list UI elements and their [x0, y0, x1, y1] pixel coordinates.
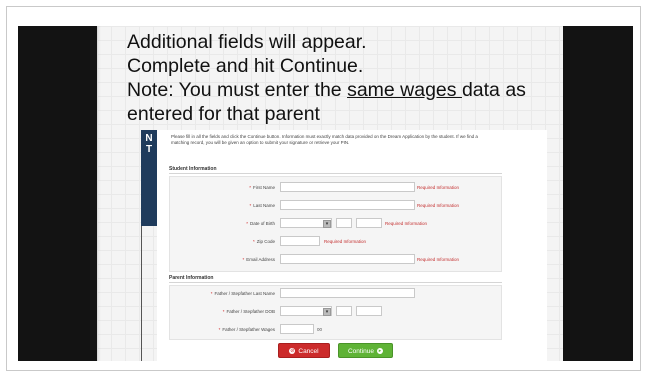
heading-underlined-phrase: same wages [347, 79, 462, 101]
signature-form: Please fill in all the fields and click … [157, 130, 547, 361]
last-name-label: * Last Name [249, 203, 275, 208]
last-name-input[interactable] [280, 200, 415, 210]
parent-section-title: Parent Information [169, 275, 214, 281]
date-of-birth-required: Required Information [385, 221, 428, 226]
heading-line-2: Complete and hit Continue. [127, 55, 364, 77]
parent-section-divider [169, 282, 502, 283]
father-wages-row: * Father / Stepfather Wages 00 [170, 324, 503, 336]
wages-cents-suffix: 00 [317, 327, 323, 332]
father-wages-label: * Father / Stepfather Wages [219, 327, 275, 332]
email-address-label-text: Email Address [246, 257, 275, 262]
heading-line-3-prefix: Note: You must enter the [127, 79, 348, 101]
father-dob-year-input[interactable] [356, 306, 382, 316]
arrow-right-icon: ▸ [377, 348, 384, 355]
first-name-label: * First Name [249, 185, 275, 190]
father-dob-label-text: Father / Stepfather DOB [226, 309, 275, 314]
father-last-name-label: * Father / Stepfather Last Name [211, 291, 275, 296]
father-dob-day-input[interactable] [336, 306, 352, 316]
side-tab-letter-1: N [145, 133, 153, 144]
father-dob-month-select[interactable]: ▾ [280, 306, 332, 316]
dob-year-input[interactable] [356, 218, 382, 228]
parent-info-panel: * Father / Stepfather Last Name * Father /… [169, 285, 502, 340]
last-name-label-text: Last Name [253, 203, 275, 208]
cancel-button[interactable]: ⊘ Cancel [278, 343, 330, 358]
last-name-required: Required Information [417, 203, 460, 208]
left-black-bar [18, 26, 97, 361]
father-wages-input[interactable] [280, 324, 314, 334]
required-asterisk: * [210, 291, 213, 296]
continue-button[interactable]: Continue ▸ [338, 343, 393, 358]
email-address-label: * Email Address [242, 257, 275, 262]
chevron-down-icon[interactable]: ▾ [323, 220, 331, 228]
date-of-birth-row: * Date of Birth ▾ Required Information [170, 218, 503, 230]
heading-line-3: Note: You must enter the same wages data… [127, 78, 557, 102]
required-asterisk: * [222, 309, 225, 314]
form-instructions: Please fill in all the fields and click … [171, 134, 478, 145]
zip-code-row: * Zip Code Required Information [170, 236, 503, 248]
heading-line-3-suffix: data as [461, 79, 526, 101]
dob-month-select[interactable]: ▾ [280, 218, 332, 228]
right-black-bar [563, 26, 633, 361]
required-asterisk: * [249, 185, 251, 190]
father-last-name-row: * Father / Stepfather Last Name [170, 288, 503, 300]
zip-code-input[interactable] [280, 236, 320, 246]
father-dob-label: * Father / Stepfather DOB [223, 309, 275, 314]
father-last-name-label-text: Father / Stepfather Last Name [214, 291, 275, 296]
date-of-birth-label-text: Date of Birth [249, 221, 275, 226]
continue-button-label: Continue [347, 348, 375, 355]
email-address-required: Required Information [417, 257, 460, 262]
heading-line-4: entered for that parent [127, 103, 320, 125]
slide: Additional fields will appear. Complete … [97, 26, 563, 361]
first-name-required: Required Information [417, 185, 460, 190]
father-wages-label-text: Father / Stepfather Wages [222, 327, 275, 332]
student-info-panel: * First Name Required Information * Last N… [169, 176, 502, 272]
slide-heading: Additional fields will appear. Complete … [127, 30, 557, 126]
first-name-input[interactable] [280, 182, 415, 192]
email-address-input[interactable] [280, 254, 415, 264]
dob-day-input[interactable] [336, 218, 352, 228]
cancel-button-label: Cancel [298, 348, 319, 355]
first-name-label-text: First Name [252, 185, 275, 190]
required-asterisk: * [218, 327, 221, 332]
required-asterisk: * [242, 257, 245, 262]
student-section-title: Student Information [169, 166, 217, 172]
side-tab-letter-2: T [145, 144, 153, 155]
cancel-icon: ⊘ [289, 348, 296, 355]
last-name-row: * Last Name Required Information [170, 200, 503, 212]
zip-code-required: Required Information [324, 239, 367, 244]
father-dob-row: * Father / Stepfather DOB ▾ [170, 306, 503, 318]
required-asterisk: * [249, 203, 252, 208]
zip-code-label-text: Zip Code [256, 239, 275, 244]
student-section-divider [169, 173, 502, 174]
date-of-birth-label: * Date of Birth [246, 221, 275, 226]
side-tab: N T [141, 130, 157, 226]
required-asterisk: * [246, 221, 248, 226]
zip-code-label: * Zip Code [253, 239, 275, 244]
father-last-name-input[interactable] [280, 288, 415, 298]
required-asterisk: * [252, 239, 255, 244]
slide-edge-shadow [97, 26, 101, 361]
heading-line-1: Additional fields will appear. [127, 31, 367, 53]
first-name-row: * First Name Required Information [170, 182, 503, 194]
email-address-row: * Email Address Required Information [170, 254, 503, 266]
chevron-down-icon[interactable]: ▾ [323, 308, 331, 316]
